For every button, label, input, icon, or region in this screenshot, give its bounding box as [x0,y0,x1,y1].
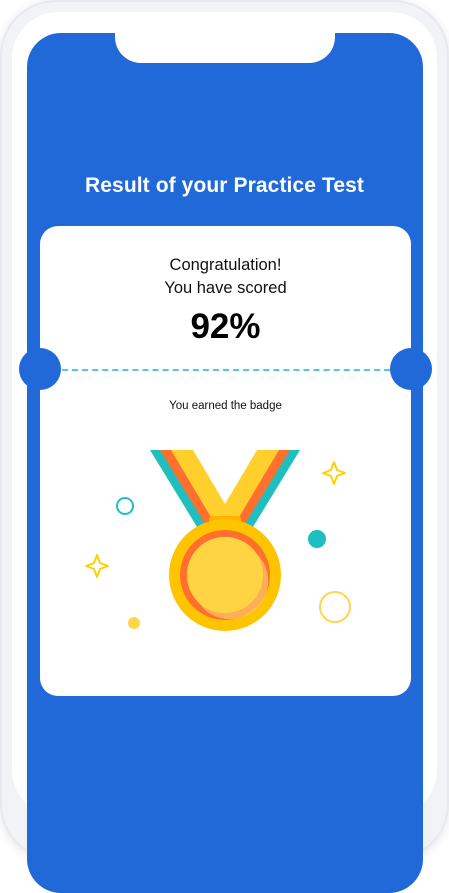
sparkle-icon [86,555,108,577]
congratulation-line-1: Congratulation! [40,254,411,277]
circle-icon [320,592,350,622]
circle-icon [128,617,140,629]
score-value: 92% [40,307,411,347]
card-right-cutout [390,348,432,390]
sparkle-icon [323,462,345,484]
congratulation-line-2: You have scored [40,277,411,300]
circle-icon [308,530,326,548]
page-title: Result of your Practice Test [0,174,449,198]
card-dashed-divider [62,369,390,371]
medal-icon [85,440,365,645]
phone-notch [115,33,335,63]
congratulation-message: Congratulation! You have scored [40,254,411,300]
card-left-cutout [19,348,61,390]
circle-icon [117,498,133,514]
badge-earned-text: You earned the badge [40,400,411,412]
